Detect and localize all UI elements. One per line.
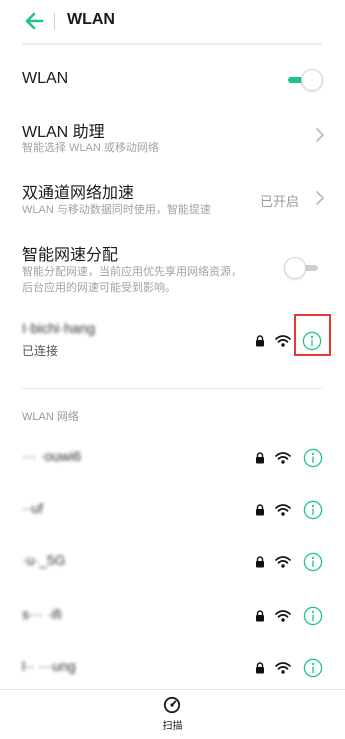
- network-name: l·· ···ung: [22, 658, 76, 674]
- bottom-bar-divider: [0, 689, 345, 690]
- network-item[interactable]: ·u·_5G: [0, 544, 345, 580]
- speed-allocation-label: 智能网速分配: [22, 247, 119, 264]
- network-name: s··· ·ifi: [22, 606, 62, 622]
- wlan-switch-knob: [301, 69, 323, 91]
- wifi-signal-icon: [275, 504, 291, 516]
- wlan-assistant-subtitle: 智能选择 WLAN 或移动网络: [22, 142, 159, 154]
- wlan-networks-heading: WLAN 网络: [22, 411, 79, 423]
- lock-icon: [256, 556, 264, 568]
- section-divider: [22, 388, 322, 389]
- lock-icon: [256, 610, 264, 622]
- speed-allocation-row[interactable]: 智能网速分配 智能分配网速，当前应用优先享用网络资源， 后台应用的网速可能受到影…: [0, 234, 345, 300]
- page-title: WLAN: [67, 11, 115, 28]
- speed-allocation-subtitle-1: 智能分配网速，当前应用优先享用网络资源，: [22, 266, 242, 278]
- lock-icon: [256, 662, 264, 674]
- header-underline: [22, 43, 322, 45]
- chevron-right-icon: [316, 128, 324, 142]
- arrow-left-icon: [25, 12, 44, 30]
- speed-allocation-switch[interactable]: [284, 257, 322, 279]
- speed-allocation-switch-knob: [284, 257, 306, 279]
- lock-icon: [256, 504, 264, 516]
- connected-network-name: I·bichi·hang: [22, 320, 96, 336]
- wlan-assistant-row[interactable]: WLAN 助理 智能选择 WLAN 或移动网络: [0, 110, 345, 160]
- network-name: ·u·_5G: [22, 552, 66, 568]
- lock-icon: [256, 452, 264, 464]
- info-icon[interactable]: [303, 658, 323, 678]
- network-name: ··uf: [22, 500, 43, 516]
- info-icon[interactable]: [303, 606, 323, 626]
- chevron-right-icon: [316, 191, 324, 205]
- dual-channel-status: 已开启: [259, 194, 299, 209]
- connected-status: 已连接: [22, 344, 59, 358]
- network-item[interactable]: ··uf: [0, 492, 345, 528]
- wlan-toggle-row[interactable]: WLAN: [0, 60, 345, 100]
- wifi-signal-icon: [275, 556, 291, 568]
- speed-allocation-subtitle-2: 后台应用的网速可能受到影响。: [22, 282, 176, 294]
- dual-channel-row[interactable]: 双通道网络加速 WLAN 与移动数据同时使用，智能提速 已开启: [0, 172, 345, 222]
- info-icon[interactable]: [303, 500, 323, 520]
- wifi-signal-icon: [275, 335, 291, 347]
- wlan-assistant-label: WLAN 助理: [22, 124, 105, 141]
- wifi-signal-icon: [275, 610, 291, 622]
- scan-gauge-icon: [163, 696, 181, 714]
- wlan-label: WLAN: [22, 70, 69, 87]
- info-button-highlight: [294, 314, 331, 356]
- info-icon[interactable]: [303, 448, 323, 468]
- lock-icon: [256, 335, 264, 347]
- network-item[interactable]: l·· ···ung: [0, 650, 345, 686]
- scan-label: 扫描: [162, 721, 183, 732]
- wlan-switch[interactable]: [284, 69, 323, 91]
- back-button[interactable]: [22, 9, 46, 33]
- wifi-signal-icon: [275, 662, 291, 674]
- network-item[interactable]: s··· ·ifi: [0, 598, 345, 634]
- dual-channel-subtitle: WLAN 与移动数据同时使用，智能提速: [22, 204, 211, 216]
- header-bar: WLAN: [0, 0, 345, 44]
- network-item[interactable]: ··· ·ouwi6: [0, 440, 345, 476]
- network-name: ··· ·ouwi6: [22, 448, 82, 464]
- header-divider: [54, 13, 55, 30]
- info-icon[interactable]: [303, 552, 323, 572]
- dual-channel-label: 双通道网络加速: [22, 185, 135, 202]
- wifi-signal-icon: [275, 452, 291, 464]
